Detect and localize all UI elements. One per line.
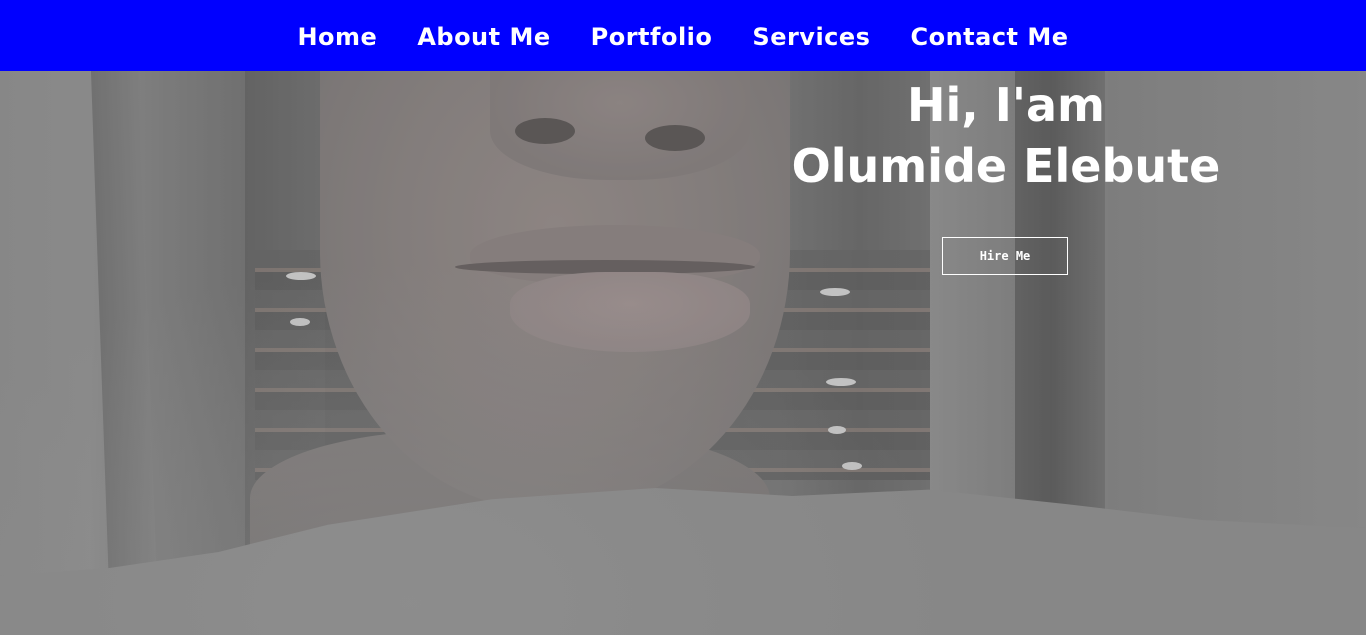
nav-link-about-me[interactable]: About Me	[417, 23, 550, 51]
nav-link-services[interactable]: Services	[752, 23, 870, 51]
hire-me-button[interactable]: Hire Me	[942, 237, 1068, 275]
nav-link-home[interactable]: Home	[297, 23, 377, 51]
main-navbar: Home About Me Portfolio Services Contact…	[0, 0, 1366, 71]
nav-link-portfolio[interactable]: Portfolio	[591, 23, 713, 51]
nav-link-contact-me[interactable]: Contact Me	[910, 23, 1068, 51]
hero-intro: Hi, I'am Olumide Elebute	[766, 76, 1246, 198]
hero-name: Olumide Elebute	[791, 139, 1221, 193]
hero-greeting: Hi, I'am	[907, 78, 1105, 132]
